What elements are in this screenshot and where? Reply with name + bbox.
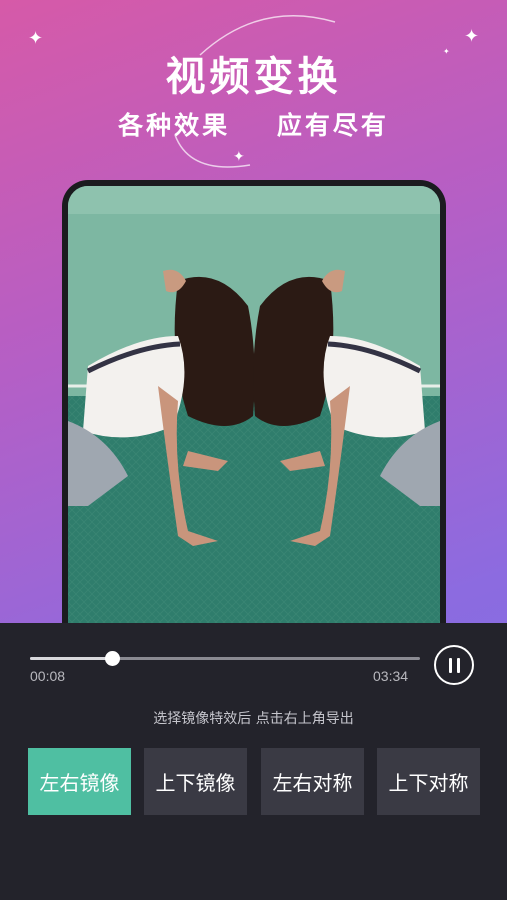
editor-panel: 00:08 03:34 选择镜像特效后 点击右上角导出 左右镜像 上下镜像 左右… <box>0 623 507 900</box>
effect-button-lr-symmetry[interactable]: 左右对称 <box>261 748 364 815</box>
sparkle-icon: ✦ <box>233 149 245 165</box>
page-subtitle: 各种效果 应有尽有 <box>118 111 389 140</box>
mirrored-video-frame <box>68 186 440 646</box>
progress-fill <box>30 657 112 660</box>
effect-button-lr-mirror[interactable]: 左右镜像 <box>28 748 131 815</box>
current-time: 00:08 <box>30 668 66 684</box>
pause-button[interactable] <box>434 645 474 685</box>
progress-track[interactable] <box>30 651 420 666</box>
video-preview[interactable] <box>68 186 440 646</box>
app-screen: ✦ ✦ ✦ ✦ 视频变换 各种效果 应有尽有 00:08 03:34 选择镜像特… <box>0 0 507 900</box>
progress-thumb[interactable] <box>104 651 120 666</box>
effect-button-ud-symmetry[interactable]: 上下对称 <box>377 748 480 815</box>
effect-button-ud-mirror[interactable]: 上下镜像 <box>144 748 247 815</box>
total-time: 03:34 <box>373 668 409 684</box>
page-title: 视频变换 <box>165 54 342 100</box>
pause-icon <box>457 658 460 673</box>
export-hint: 选择镜像特效后 点击右上角导出 <box>153 711 354 727</box>
phone-frame <box>62 180 446 650</box>
pause-icon <box>449 658 452 673</box>
